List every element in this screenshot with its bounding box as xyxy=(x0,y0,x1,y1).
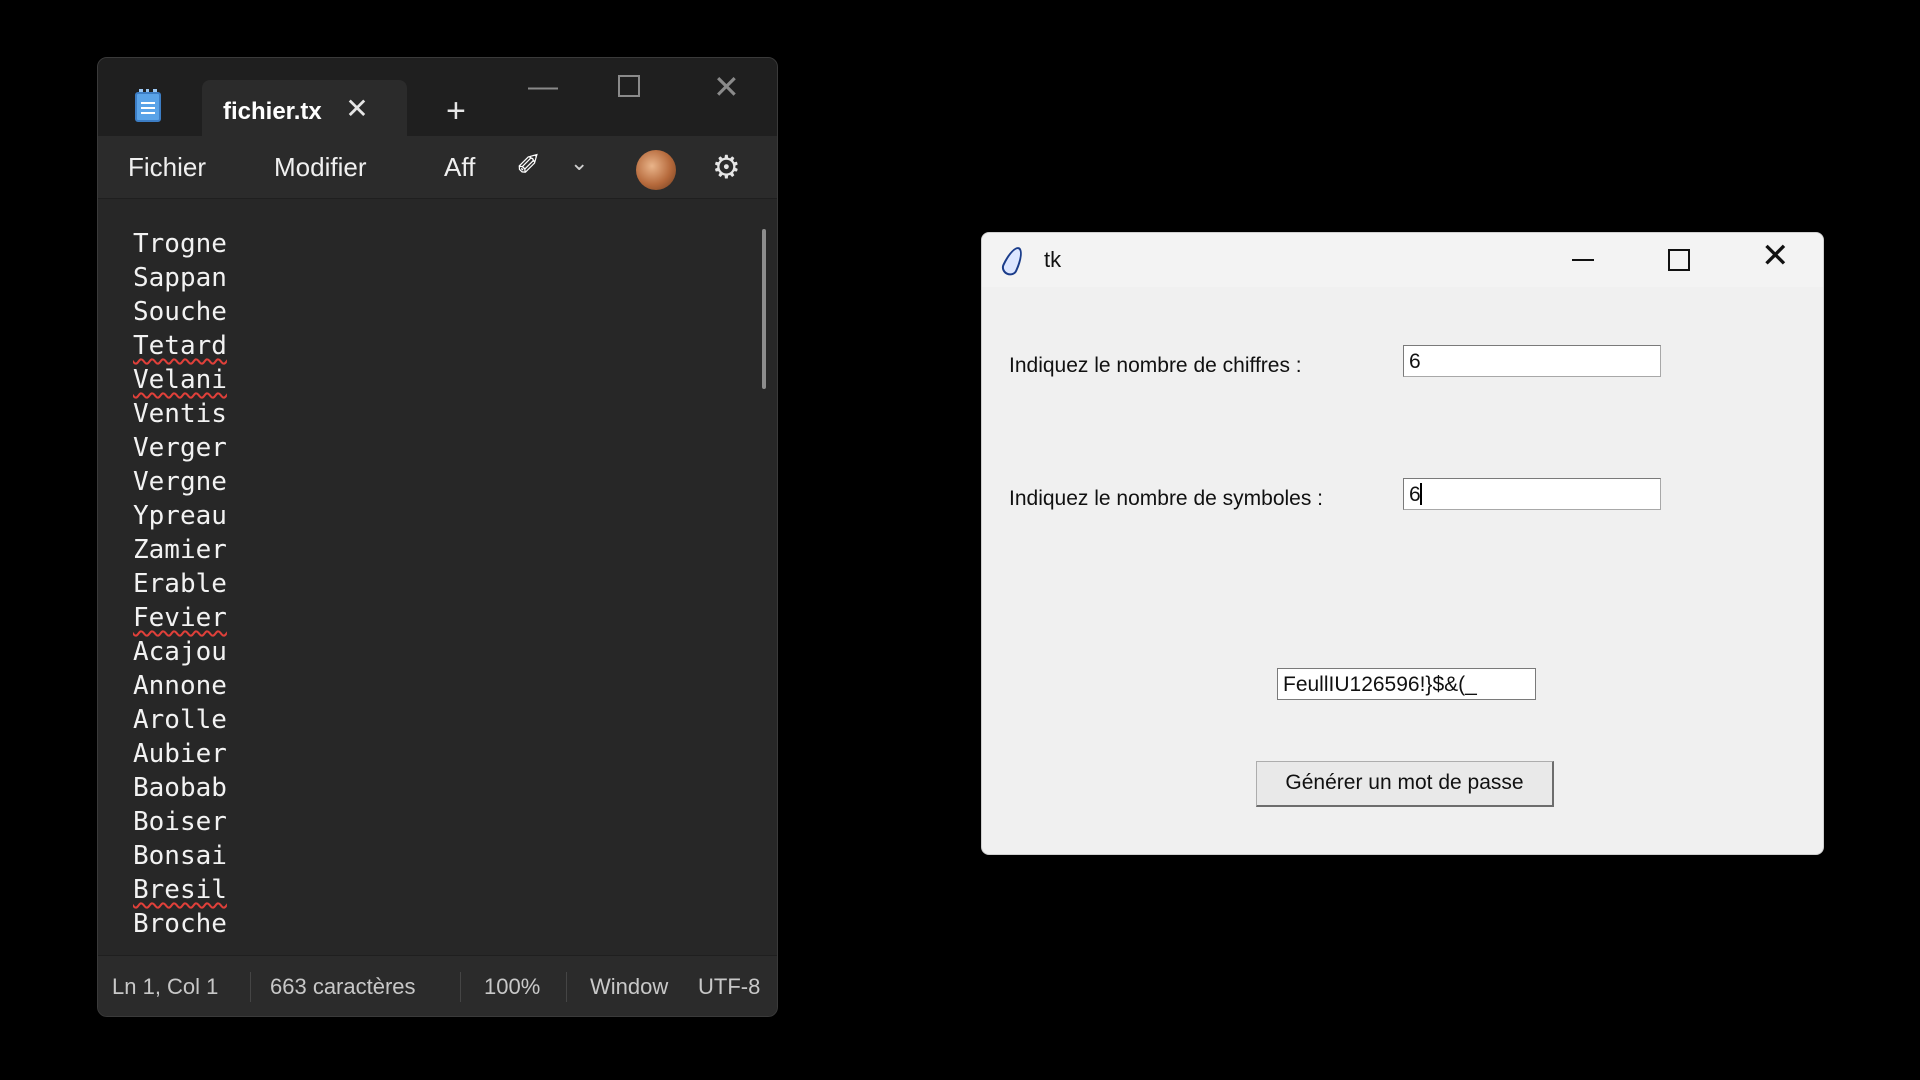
text-line: Baobab xyxy=(133,773,227,803)
gear-icon[interactable]: ⚙ xyxy=(712,148,741,186)
text-line: Tetard xyxy=(133,331,227,361)
status-divider xyxy=(250,972,251,1002)
text-line: Verger xyxy=(133,433,227,463)
text-lines: Trogne Sappan Souche Tetard Velani Ventis Verg… xyxy=(133,227,227,937)
status-bar: Ln 1, Col 1 663 caractères 100% Window U… xyxy=(98,955,777,1016)
text-editor[interactable]: Trogne Sappan Souche Tetard Velani Ventis Verg… xyxy=(98,199,777,937)
text-line: Bresil xyxy=(133,875,227,905)
tk-window: tk ✕ Indiquez le nombre de chiffres : 6 … xyxy=(981,232,1824,855)
plus-icon[interactable]: + xyxy=(446,94,466,128)
notepad-window: fichier.tx ✕ + — ✕ Fichier Modifier Aff … xyxy=(97,57,778,1017)
tab-label: fichier.tx xyxy=(223,98,322,125)
minimize-icon[interactable]: — xyxy=(528,72,558,102)
password-output[interactable]: FeullIU126596!}$&(_ xyxy=(1277,668,1536,700)
status-zoom[interactable]: 100% xyxy=(484,974,540,1000)
digits-label: Indiquez le nombre de chiffres : xyxy=(1009,354,1302,377)
maximize-icon[interactable] xyxy=(1668,249,1690,271)
scrollbar[interactable] xyxy=(762,229,766,389)
digits-value: 6 xyxy=(1409,350,1421,373)
text-line: Zamier xyxy=(133,535,227,565)
text-line: Acajou xyxy=(133,637,227,667)
close-icon[interactable]: ✕ xyxy=(342,92,372,125)
window-close-icon[interactable]: ✕ xyxy=(713,71,740,103)
status-divider xyxy=(460,972,461,1002)
text-line: Aubier xyxy=(133,739,227,769)
close-icon[interactable]: ✕ xyxy=(1761,239,1790,273)
status-divider xyxy=(566,972,567,1002)
sparkle-pen-icon[interactable]: ✐ xyxy=(516,148,541,183)
notepad-menubar: Fichier Modifier Aff ✐ ⌄ ⚙ xyxy=(98,136,777,199)
text-line: Fevier xyxy=(133,603,227,633)
notepad-titlebar: fichier.tx ✕ + — ✕ xyxy=(98,58,777,136)
text-line: Souche xyxy=(133,297,227,327)
status-encoding[interactable]: UTF-8 xyxy=(698,974,760,1000)
status-line-ending[interactable]: Window xyxy=(590,974,668,1000)
menu-fichier[interactable]: Fichier xyxy=(128,152,206,183)
text-line: Annone xyxy=(133,671,227,701)
text-line: Broche xyxy=(133,909,227,937)
text-caret xyxy=(1419,483,1422,505)
text-line: Sappan xyxy=(133,263,227,293)
text-line: Vergne xyxy=(133,467,227,497)
symbols-label: Indiquez le nombre de symboles : xyxy=(1009,487,1324,510)
text-line: Bonsai xyxy=(133,841,227,871)
text-line: Ypreau xyxy=(133,501,227,531)
text-line: Erable xyxy=(133,569,227,599)
text-line: Velani xyxy=(133,365,227,395)
tk-titlebar: tk ✕ xyxy=(982,233,1823,287)
menu-modifier[interactable]: Modifier xyxy=(274,152,366,183)
text-line: Arolle xyxy=(133,705,227,735)
avatar[interactable] xyxy=(636,150,676,190)
digits-input[interactable]: 6 xyxy=(1403,345,1661,377)
generate-password-button[interactable]: Générer un mot de passe xyxy=(1256,761,1554,807)
status-position: Ln 1, Col 1 xyxy=(112,974,219,999)
menu-affichage[interactable]: Aff xyxy=(444,152,475,183)
feather-icon xyxy=(999,244,1027,278)
chevron-down-icon[interactable]: ⌄ xyxy=(570,150,588,176)
notepad-icon xyxy=(135,89,161,122)
tab-fichier[interactable]: fichier.tx ✕ xyxy=(202,80,407,136)
minimize-icon[interactable] xyxy=(1572,259,1594,261)
maximize-icon[interactable] xyxy=(618,75,640,97)
text-line: Trogne xyxy=(133,229,227,259)
password-value: FeullIU126596!}$&(_ xyxy=(1283,673,1477,696)
window-title: tk xyxy=(1044,247,1062,272)
text-line: Boiser xyxy=(133,807,227,837)
status-char-count: 663 caractères xyxy=(270,974,416,999)
symbols-input[interactable]: 6 xyxy=(1403,478,1661,510)
text-line: Ventis xyxy=(133,399,227,429)
